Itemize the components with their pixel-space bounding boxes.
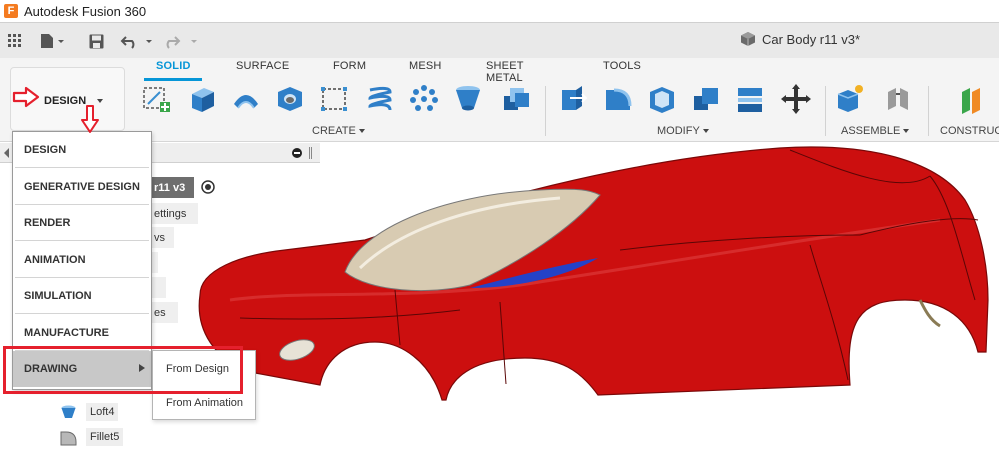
- file-menu-icon[interactable]: [40, 31, 66, 51]
- save-icon[interactable]: [89, 31, 104, 51]
- toolbar-ribbon: DESIGN SOLID SURFACE FORM MESH SHEET MET…: [0, 58, 999, 142]
- pattern-icon[interactable]: [408, 82, 440, 116]
- revolve-icon[interactable]: [230, 82, 262, 116]
- split-body-icon[interactable]: [734, 82, 766, 116]
- 3d-viewport[interactable]: [150, 143, 999, 456]
- hole-icon[interactable]: [274, 82, 306, 116]
- redo-button[interactable]: [165, 31, 199, 51]
- group-divider: [825, 86, 826, 136]
- mirror-icon[interactable]: [500, 82, 532, 116]
- title-bar: F Autodesk Fusion 360: [0, 0, 999, 22]
- group-divider: [928, 86, 929, 136]
- tab-mesh[interactable]: MESH: [409, 60, 442, 72]
- joint-icon[interactable]: [882, 82, 914, 116]
- tab-solid[interactable]: SOLID: [156, 60, 191, 72]
- feature-loft[interactable]: Loft4: [60, 402, 119, 422]
- tab-sheet-metal[interactable]: SHEET METAL: [486, 60, 523, 84]
- chevron-left-icon[interactable]: [4, 148, 10, 158]
- menu-item-render[interactable]: RENDER: [13, 205, 151, 241]
- combine-icon[interactable]: [690, 82, 722, 116]
- undo-button[interactable]: [120, 31, 154, 51]
- tab-tools[interactable]: TOOLS: [603, 60, 641, 72]
- move-copy-icon[interactable]: [780, 82, 812, 116]
- menu-item-design[interactable]: DESIGN: [13, 132, 151, 168]
- document-name: Car Body r11 v3*: [762, 31, 861, 47]
- shell-icon[interactable]: [646, 82, 678, 116]
- document-tab[interactable]: Car Body r11 v3*: [740, 31, 860, 47]
- feature-label: Loft4: [86, 403, 119, 421]
- tab-form[interactable]: FORM: [333, 60, 366, 72]
- offset-plane-icon[interactable]: [956, 82, 988, 116]
- annotation-arrow-right-icon: [12, 86, 40, 108]
- active-tab-indicator: [144, 78, 202, 81]
- menu-item-simulation[interactable]: SIMULATION: [13, 278, 151, 314]
- annotation-arrow-down-icon: [81, 105, 99, 133]
- menu-item-animation[interactable]: ANIMATION: [13, 242, 151, 278]
- menu-item-generative-design[interactable]: GENERATIVE DESIGN: [13, 169, 151, 205]
- annotation-highlight-box: [3, 346, 243, 394]
- create-sketch-icon[interactable]: [140, 82, 172, 116]
- loft-icon: [61, 405, 76, 418]
- feature-label: Fillet5: [86, 428, 124, 446]
- chevron-down-icon: [97, 99, 103, 103]
- fillet-icon: [60, 431, 77, 445]
- assemble-group-menu[interactable]: ASSEMBLE: [841, 125, 910, 137]
- modify-group-menu[interactable]: MODIFY: [657, 125, 709, 137]
- extrude-icon[interactable]: [186, 82, 218, 116]
- app-title: Autodesk Fusion 360: [24, 3, 147, 19]
- feature-fillet[interactable]: Fillet5: [60, 427, 124, 447]
- construct-group-menu[interactable]: CONSTRUCT: [940, 125, 999, 137]
- loft-icon[interactable]: [452, 82, 484, 116]
- fusion-logo-icon: F: [4, 4, 18, 18]
- fillet-icon[interactable]: [602, 82, 634, 116]
- quick-access-toolbar: Car Body r11 v3*: [0, 22, 999, 58]
- box-icon[interactable]: [318, 82, 350, 116]
- new-component-icon[interactable]: [834, 82, 866, 116]
- press-pull-icon[interactable]: [556, 82, 588, 116]
- group-divider: [545, 86, 546, 136]
- tab-surface[interactable]: SURFACE: [236, 60, 289, 72]
- coil-icon[interactable]: [364, 82, 396, 116]
- cube-icon: [741, 32, 755, 46]
- create-group-menu[interactable]: CREATE: [312, 125, 365, 137]
- grid-menu-icon[interactable]: [8, 31, 22, 51]
